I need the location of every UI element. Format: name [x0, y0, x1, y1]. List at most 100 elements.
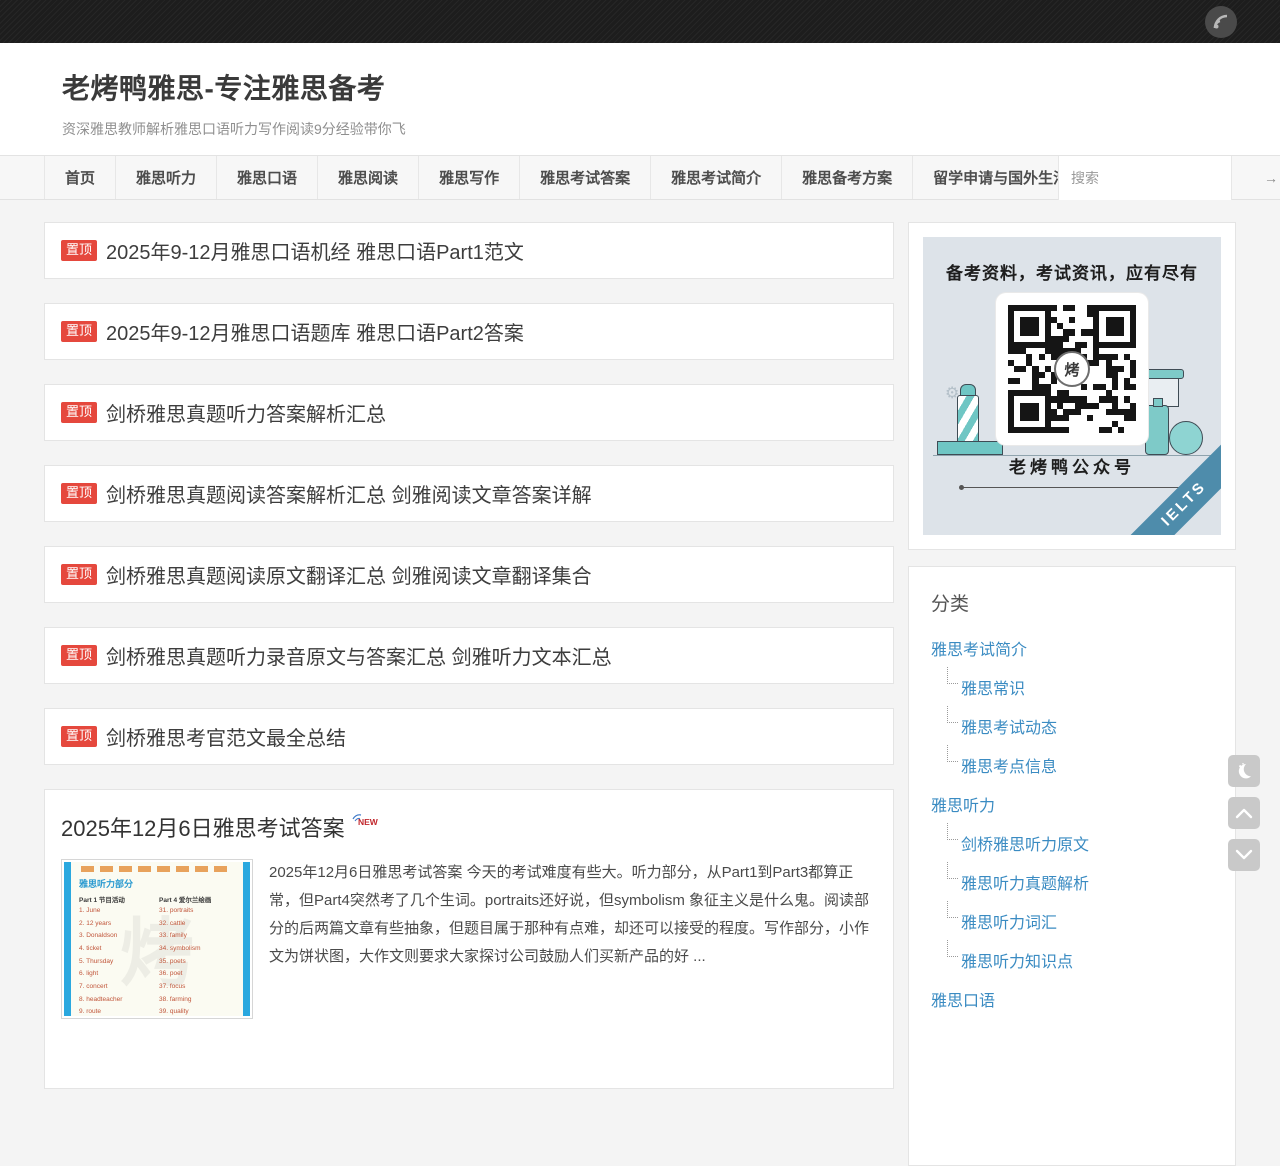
- site-tagline: 资深雅思教师解析雅思口语听力写作阅读9分经验带你飞: [62, 119, 1280, 139]
- answer-item: 31. portraits: [159, 905, 239, 918]
- main-nav: 首页 雅思听力 雅思口语 雅思阅读 雅思写作 雅思考试答案 雅思考试简介 雅思备…: [0, 155, 1280, 200]
- pinned-badge: 置顶: [61, 564, 97, 584]
- nav-item-reading[interactable]: 雅思阅读: [318, 156, 419, 199]
- answer-item: 37. focus: [159, 981, 239, 994]
- answer-item: 5. Thursday: [79, 956, 159, 969]
- post-title-link[interactable]: 剑桥雅思真题听力录音原文与答案汇总 剑雅听力文本汇总: [106, 641, 612, 670]
- moon-stars-icon: [1234, 761, 1254, 781]
- categories-title: 分类: [931, 589, 1213, 616]
- qr-widget: 备考资料，考试资讯，应有尽有 ⚙ ⚙ 烤 老烤鸭公众号 IELTS: [908, 222, 1236, 550]
- thumbnail-answer-sheet: 雅思听力部分 Part 1 节目活动 1. June 2. 12 years 3…: [64, 862, 250, 1016]
- pinned-post-card[interactable]: 置顶 2025年9-12月雅思口语机经 雅思口语Part1范文: [44, 222, 894, 279]
- pinned-post-card[interactable]: 置顶 2025年9-12月雅思口语题库 雅思口语Part2答案: [44, 303, 894, 360]
- post-title-link[interactable]: 剑桥雅思考官范文最全总结: [106, 722, 346, 751]
- category-link-test-center-info[interactable]: 雅思考点信息: [946, 753, 1213, 777]
- post-excerpt: 2025年12月6日雅思考试答案 今天的考试难度有些大。听力部分，从Part1到…: [269, 859, 877, 1019]
- nav-item-writing[interactable]: 雅思写作: [419, 156, 520, 199]
- rss-dot: [1215, 25, 1219, 29]
- post-thumbnail[interactable]: 雅思听力部分 Part 1 节目活动 1. June 2. 12 years 3…: [61, 859, 253, 1019]
- night-mode-button[interactable]: [1228, 755, 1260, 787]
- site-header: 老烤鸭雅思-专注雅思备考 资深雅思教师解析雅思口语听力写作阅读9分经验带你飞: [0, 43, 1280, 155]
- category-link-exam-intro[interactable]: 雅思考试简介: [931, 636, 1213, 660]
- page-root: 老烤鸭雅思-专注雅思备考 资深雅思教师解析雅思口语听力写作阅读9分经验带你飞 首…: [0, 0, 1280, 1166]
- floating-toolbar: [1228, 755, 1260, 871]
- post-list: 置顶 2025年9-12月雅思口语机经 雅思口语Part1范文 置顶 2025年…: [44, 222, 894, 1166]
- answer-item: 4. ticket: [79, 943, 159, 956]
- search-box: →: [1058, 156, 1232, 200]
- post-title-link[interactable]: 剑桥雅思真题阅读原文翻译汇总 剑雅阅读文章翻译集合: [106, 560, 592, 589]
- pinned-badge: 置顶: [61, 726, 97, 746]
- pinned-post-card[interactable]: 置顶 剑桥雅思真题阅读原文翻译汇总 剑雅阅读文章翻译集合: [44, 546, 894, 603]
- qr-center-logo: 烤: [1054, 351, 1090, 387]
- answer-item: 34. symbolism: [159, 943, 239, 956]
- nav-item-prep-plan[interactable]: 雅思备考方案: [782, 156, 913, 199]
- thumbnail-deco-strip: [81, 866, 233, 872]
- post-title-link[interactable]: 剑桥雅思真题阅读答案解析汇总 剑雅阅读文章答案详解: [106, 479, 592, 508]
- qr-account-name: 老烤鸭公众号: [923, 453, 1221, 478]
- answer-item: 39. quality: [159, 1006, 239, 1016]
- post-title-link[interactable]: 2025年9-12月雅思口语题库 雅思口语Part2答案: [106, 317, 524, 346]
- answer-item: 6. light: [79, 968, 159, 981]
- chevron-up-icon: [1234, 806, 1254, 820]
- nav-item-home[interactable]: 首页: [44, 156, 116, 199]
- category-link-listening-transcripts[interactable]: 剑桥雅思听力原文: [946, 831, 1213, 855]
- scroll-up-button[interactable]: [1228, 797, 1260, 829]
- pinned-post-card[interactable]: 置顶 剑桥雅思真题听力答案解析汇总: [44, 384, 894, 441]
- category-link-listening[interactable]: 雅思听力: [931, 792, 1213, 816]
- bottle-illustration: [1145, 405, 1169, 455]
- pinned-badge: 置顶: [61, 240, 97, 260]
- thumbnail-col2-header: Part 4 爱尔兰绘画: [159, 894, 239, 904]
- chevron-down-icon: [1234, 848, 1254, 862]
- new-badge-icon: NEW: [351, 808, 381, 833]
- answer-item: 2. 12 years: [79, 918, 159, 931]
- top-bar: [0, 0, 1280, 43]
- nav-item-exam-answers[interactable]: 雅思考试答案: [520, 156, 651, 199]
- qr-top-slogan: 备考资料，考试资讯，应有尽有: [923, 259, 1221, 284]
- answer-item: 38. farming: [159, 994, 239, 1007]
- answer-item: 9. route: [79, 1006, 159, 1016]
- category-link-listening-points[interactable]: 雅思听力知识点: [946, 948, 1213, 972]
- search-input[interactable]: [1059, 170, 1264, 186]
- answer-item: 8. headteacher: [79, 994, 159, 1007]
- lighthouse-illustration: [957, 395, 979, 447]
- rss-icon: [1212, 13, 1230, 31]
- pinned-badge: 置顶: [61, 483, 97, 503]
- post-heading: 2025年12月6日雅思考试答案 NEW: [61, 808, 877, 843]
- wechat-qr-image[interactable]: 备考资料，考试资讯，应有尽有 ⚙ ⚙ 烤 老烤鸭公众号 IELTS: [923, 237, 1221, 535]
- pinned-badge: 置顶: [61, 645, 97, 665]
- search-submit-button[interactable]: →: [1264, 170, 1280, 186]
- answer-item: 32. cattle: [159, 918, 239, 931]
- category-link-basics[interactable]: 雅思常识: [946, 675, 1213, 699]
- answer-item: 33. family: [159, 930, 239, 943]
- flask-illustration: [1169, 421, 1203, 455]
- svg-text:NEW: NEW: [358, 817, 379, 827]
- category-link-speaking[interactable]: 雅思口语: [931, 987, 1213, 1011]
- site-title[interactable]: 老烤鸭雅思-专注雅思备考: [62, 67, 1280, 107]
- pinned-post-card[interactable]: 置顶 剑桥雅思真题听力录音原文与答案汇总 剑雅听力文本汇总: [44, 627, 894, 684]
- thumbnail-title: 雅思听力部分: [79, 877, 243, 890]
- post-title-link[interactable]: 剑桥雅思真题听力答案解析汇总: [106, 398, 386, 427]
- pinned-post-card[interactable]: 置顶 剑桥雅思真题阅读答案解析汇总 剑雅阅读文章答案详解: [44, 465, 894, 522]
- answer-item: 1. June: [79, 905, 159, 918]
- answer-item: 35. poets: [159, 956, 239, 969]
- qr-code: 烤: [996, 293, 1148, 445]
- post-body: 雅思听力部分 Part 1 节目活动 1. June 2. 12 years 3…: [61, 859, 877, 1019]
- nav-item-exam-intro[interactable]: 雅思考试简介: [651, 156, 782, 199]
- post-title-link[interactable]: 2025年12月6日雅思考试答案: [61, 816, 345, 841]
- thumbnail-col1-header: Part 1 节目活动: [79, 894, 159, 904]
- qr-divider-line: [961, 487, 1183, 488]
- answer-item: 3. Donaldson: [79, 930, 159, 943]
- scroll-down-button[interactable]: [1228, 839, 1260, 871]
- nav-item-listening[interactable]: 雅思听力: [116, 156, 217, 199]
- rss-button[interactable]: [1205, 6, 1237, 38]
- category-link-exam-news[interactable]: 雅思考试动态: [946, 714, 1213, 738]
- pinned-badge: 置顶: [61, 402, 97, 422]
- nav-item-speaking[interactable]: 雅思口语: [217, 156, 318, 199]
- content-area: 置顶 2025年9-12月雅思口语机经 雅思口语Part1范文 置顶 2025年…: [0, 200, 1280, 1166]
- pinned-post-card[interactable]: 置顶 剑桥雅思考官范文最全总结: [44, 708, 894, 765]
- category-link-listening-analysis[interactable]: 雅思听力真题解析: [946, 870, 1213, 894]
- post-title-link[interactable]: 2025年9-12月雅思口语机经 雅思口语Part1范文: [106, 236, 524, 265]
- answer-item: 7. concert: [79, 981, 159, 994]
- thumbnail-col-1: Part 1 节目活动 1. June 2. 12 years 3. Donal…: [79, 892, 159, 1016]
- category-link-listening-vocab[interactable]: 雅思听力词汇: [946, 909, 1213, 933]
